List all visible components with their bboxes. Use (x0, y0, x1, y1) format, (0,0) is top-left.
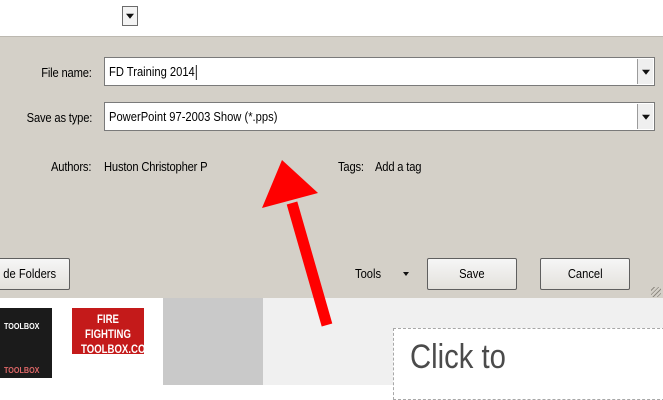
file-name-value: FD Training 2014 (109, 64, 195, 79)
save-button[interactable]: Save (427, 258, 517, 290)
save-as-type-label: Save as type: (26, 110, 92, 125)
chevron-down-icon (641, 114, 650, 120)
slide-thumbnail[interactable]: TOOLBOX TOOLBOX (0, 308, 52, 378)
file-name-label: File name: (41, 65, 93, 80)
pane-divider (163, 298, 263, 385)
tags-value[interactable]: Add a tag (375, 159, 421, 174)
tags-label: Tags: (338, 159, 364, 174)
resize-grip[interactable] (651, 287, 661, 297)
top-strip (0, 0, 663, 36)
tools-dropdown[interactable]: Tools (355, 259, 415, 289)
save-as-type-value: PowerPoint 97-2003 Show (*.pps) (109, 109, 278, 124)
save-as-type-dropdown-button[interactable] (637, 104, 653, 129)
cancel-button[interactable]: Cancel (540, 258, 630, 290)
slide-placeholder-text[interactable]: Click to (410, 338, 506, 377)
chevron-down-icon (641, 69, 650, 75)
slide-thumbnails-pane: TOOLBOX TOOLBOX FIRE FIGHTING TOOLBOX.CO… (0, 298, 163, 385)
chevron-down-icon (126, 13, 134, 19)
powerpoint-background: TOOLBOX TOOLBOX FIRE FIGHTING TOOLBOX.CO… (0, 298, 663, 400)
toolbox-label: TOOLBOX (4, 322, 40, 331)
file-name-dropdown-button[interactable] (637, 59, 653, 84)
chevron-down-icon (403, 272, 409, 276)
file-name-input[interactable]: FD Training 2014 (104, 57, 655, 86)
save-as-type-select[interactable]: PowerPoint 97-2003 Show (*.pps) (104, 102, 655, 131)
text-caret (195, 65, 197, 81)
tools-label: Tools (355, 266, 382, 281)
authors-label: Authors: (51, 159, 92, 174)
toolbox-label: TOOLBOX (4, 366, 40, 375)
folder-dropdown-button[interactable] (122, 6, 138, 26)
authors-value[interactable]: Huston Christopher P (104, 159, 208, 174)
hide-folders-button[interactable]: de Folders (0, 258, 70, 290)
save-as-dialog: File name: FD Training 2014 Save as type… (0, 36, 663, 299)
firefighting-toolbox-logo: FIRE FIGHTING TOOLBOX.COM (72, 308, 153, 356)
